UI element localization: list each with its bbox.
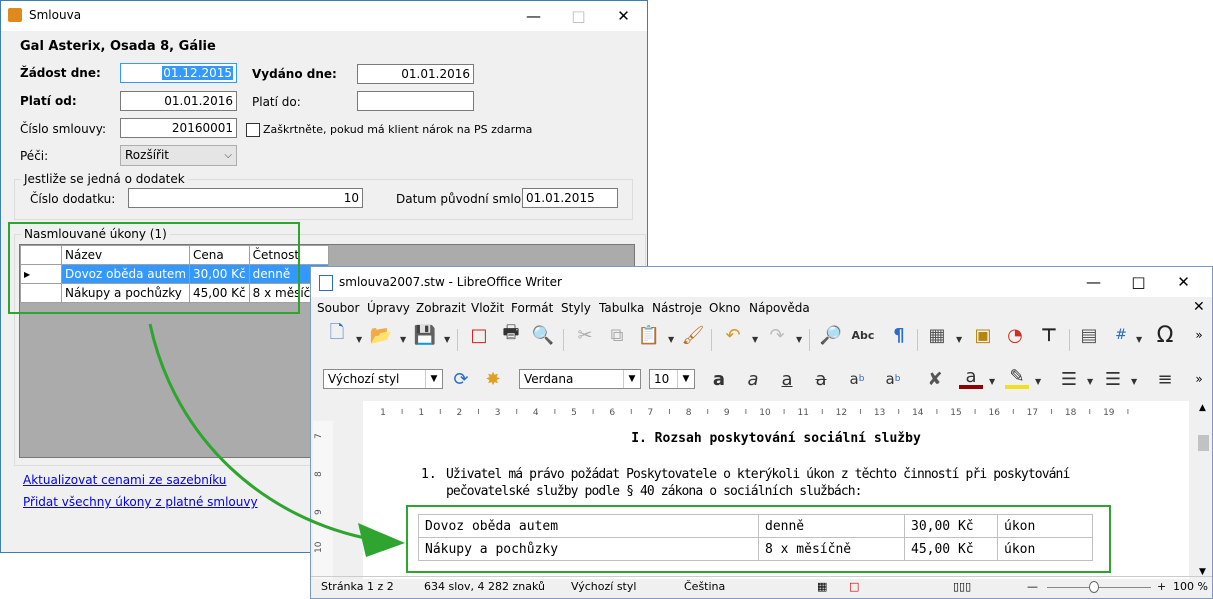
connector-arrow [148, 323, 405, 557]
arrow-head [358, 523, 405, 557]
arrow-curve [148, 323, 376, 542]
